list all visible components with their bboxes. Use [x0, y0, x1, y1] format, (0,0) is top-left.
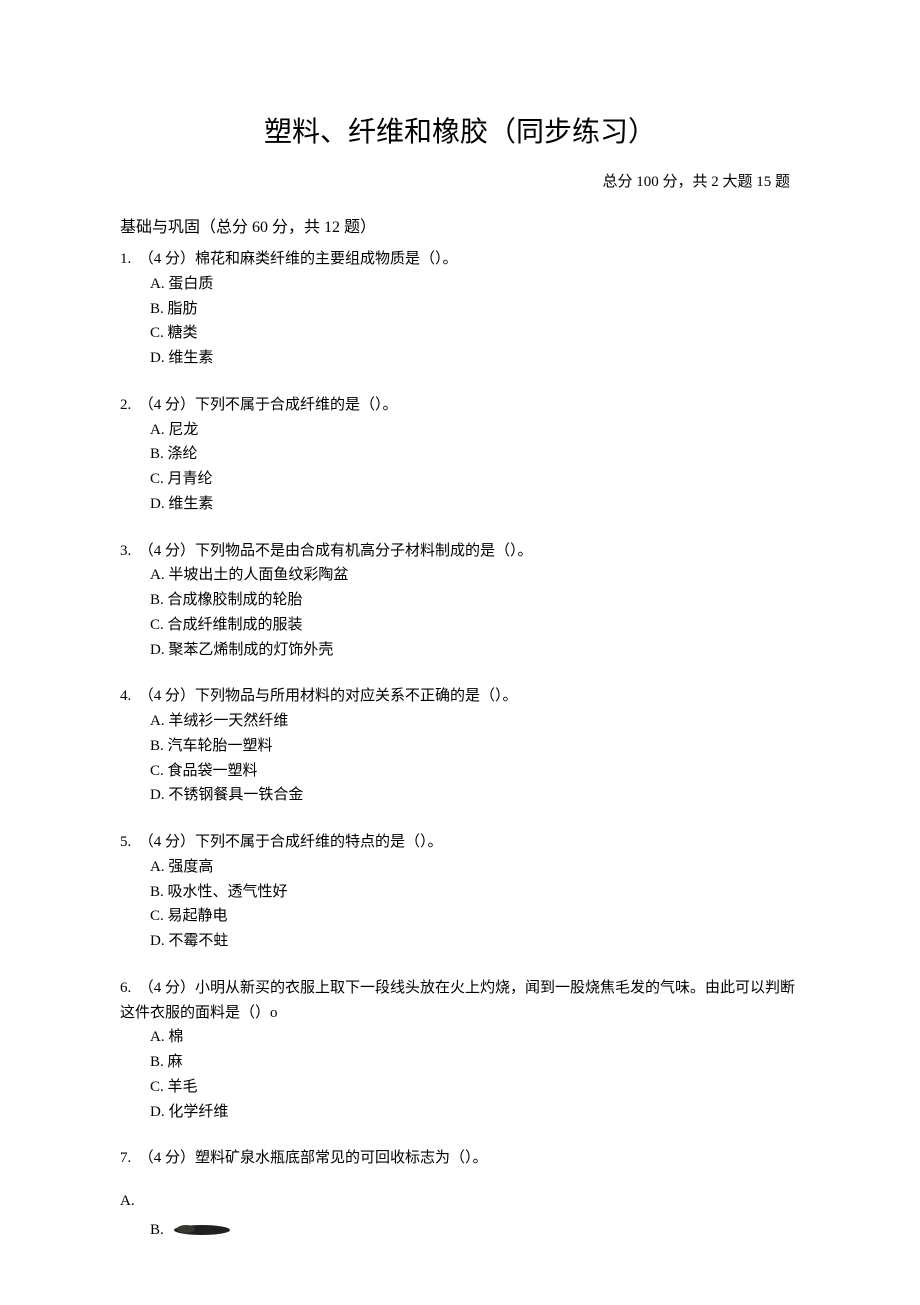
option-a: A. 半坡出土的人面鱼纹彩陶盆	[150, 563, 800, 588]
option-c: C. 食品袋一塑料	[150, 759, 800, 784]
option-a: A. 尼龙	[150, 418, 800, 443]
question-2: 2. （4 分）下列不属于合成纤维的是（）。 A. 尼龙 B. 涤纶 C. 月青…	[120, 393, 800, 517]
question-stem: 1. （4 分）棉花和麻类纤维的主要组成物质是（）。	[120, 247, 800, 272]
question-stem: 2. （4 分）下列不属于合成纤维的是（）。	[120, 393, 800, 418]
question-options: A. 羊绒衫一天然纤维 B. 汽车轮胎一塑料 C. 食品袋一塑料 D. 不锈钢餐…	[120, 709, 800, 808]
question-options: A. 蛋白质 B. 脂肪 C. 糖类 D. 维生素	[120, 272, 800, 371]
page: 塑料、纤维和橡胶（同步练习） 总分 100 分，共 2 大题 15 题 基础与巩…	[0, 0, 920, 1305]
question-stem: 6. （4 分）小明从新买的衣服上取下一段线头放在火上灼烧，闻到一股烧焦毛发的气…	[120, 976, 800, 1026]
option-d: D. 聚苯乙烯制成的灯饰外壳	[150, 638, 800, 663]
option-b: B. 吸水性、透气性好	[150, 880, 800, 905]
question-stem: 5. （4 分）下列不属于合成纤维的特点的是（）。	[120, 830, 800, 855]
page-title: 塑料、纤维和橡胶（同步练习）	[120, 110, 800, 150]
option-b: B. 汽车轮胎一塑料	[150, 734, 800, 759]
question-stem: 4. （4 分）下列物品与所用材料的对应关系不正确的是（）。	[120, 684, 800, 709]
option-c: C. 易起静电	[150, 904, 800, 929]
option-d: D. 维生素	[150, 492, 800, 517]
option-a: A. 强度高	[150, 855, 800, 880]
option-b-row: B.	[120, 1218, 800, 1243]
question-options: A. 强度高 B. 吸水性、透气性好 C. 易起静电 D. 不霉不蛀	[120, 855, 800, 954]
question-stem: 7. （4 分）塑料矿泉水瓶底部常见的可回收标志为（）。	[120, 1146, 800, 1171]
page-subtitle: 总分 100 分，共 2 大题 15 题	[120, 170, 800, 191]
option-c: C. 月青纶	[150, 467, 800, 492]
option-b: B.	[150, 1218, 164, 1243]
option-a: A. 蛋白质	[150, 272, 800, 297]
option-b: B. 麻	[150, 1050, 800, 1075]
option-b: B. 合成橡胶制成的轮胎	[150, 588, 800, 613]
option-d: D. 化学纤维	[150, 1100, 800, 1125]
question-options: A. 棉 B. 麻 C. 羊毛 D. 化学纤维	[120, 1025, 800, 1124]
question-5: 5. （4 分）下列不属于合成纤维的特点的是（）。 A. 强度高 B. 吸水性、…	[120, 830, 800, 954]
option-c: C. 合成纤维制成的服装	[150, 613, 800, 638]
recycle-mark-icon	[172, 1223, 232, 1237]
question-options: A. 尼龙 B. 涤纶 C. 月青纶 D. 维生素	[120, 418, 800, 517]
question-6: 6. （4 分）小明从新买的衣服上取下一段线头放在火上灼烧，闻到一股烧焦毛发的气…	[120, 976, 800, 1125]
question-1: 1. （4 分）棉花和麻类纤维的主要组成物质是（）。 A. 蛋白质 B. 脂肪 …	[120, 247, 800, 371]
option-d: D. 不霉不蛀	[150, 929, 800, 954]
option-c: C. 糖类	[150, 321, 800, 346]
option-b: B. 涤纶	[150, 442, 800, 467]
question-stem: 3. （4 分）下列物品不是由合成有机高分子材料制成的是（）。	[120, 539, 800, 564]
question-3: 3. （4 分）下列物品不是由合成有机高分子材料制成的是（）。 A. 半坡出土的…	[120, 539, 800, 663]
option-d: D. 不锈钢餐具一铁合金	[150, 783, 800, 808]
option-c: C. 羊毛	[150, 1075, 800, 1100]
option-a: A. 棉	[150, 1025, 800, 1050]
option-d: D. 维生素	[150, 346, 800, 371]
question-7: 7. （4 分）塑料矿泉水瓶底部常见的可回收标志为（）。 A. B.	[120, 1146, 800, 1242]
question-4: 4. （4 分）下列物品与所用材料的对应关系不正确的是（）。 A. 羊绒衫一天然…	[120, 684, 800, 808]
option-a: A.	[120, 1189, 800, 1214]
option-a: A. 羊绒衫一天然纤维	[150, 709, 800, 734]
section-header: 基础与巩固（总分 60 分，共 12 题）	[120, 213, 800, 237]
option-b: B. 脂肪	[150, 297, 800, 322]
question-options: A. 半坡出土的人面鱼纹彩陶盆 B. 合成橡胶制成的轮胎 C. 合成纤维制成的服…	[120, 563, 800, 662]
